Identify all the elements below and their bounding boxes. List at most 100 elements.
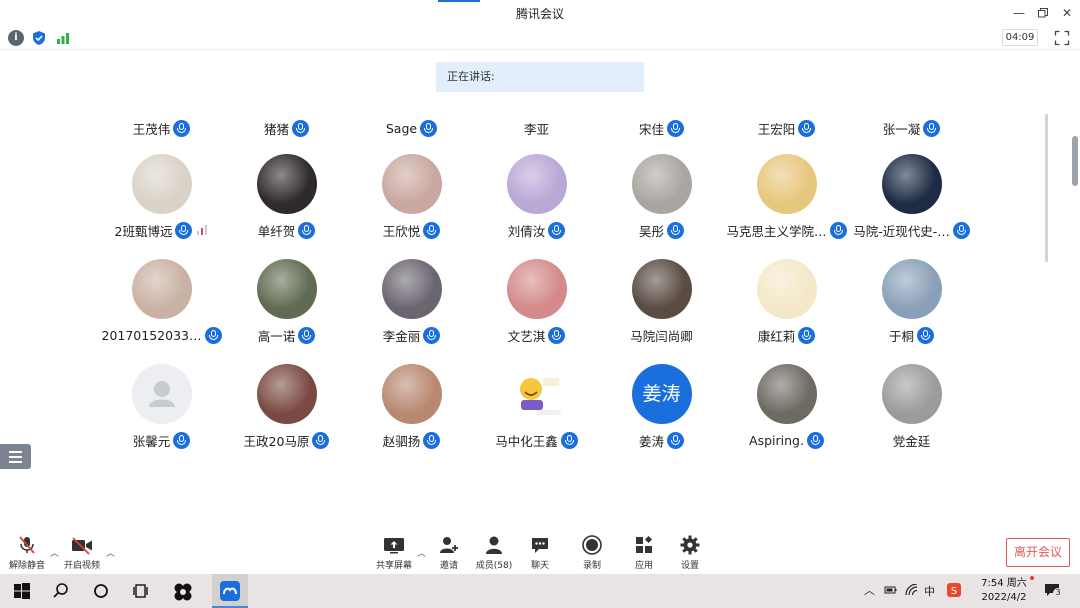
participant-name: 赵驷扬 (382, 433, 421, 449)
emoji-sticker-avatar (506, 364, 567, 424)
participant-tile[interactable]: 姜涛 姜涛 (599, 364, 724, 450)
grid-scrollbar[interactable] (1045, 114, 1048, 262)
participant-tile[interactable]: 王欣悦 (349, 154, 474, 240)
mic-icon (423, 221, 441, 239)
participant-name: 张馨元 (132, 433, 171, 449)
meeting-timer: 04:09 (1002, 29, 1038, 46)
mic-icon (917, 326, 934, 344)
participant-tile[interactable]: 文艺淇 (474, 259, 599, 345)
mic-icon (798, 326, 816, 344)
participant-tile[interactable]: 单纤贺 (224, 154, 349, 240)
participant-tile[interactable]: 马中化王鑫 (474, 364, 599, 450)
apps-button[interactable]: 应用 (630, 534, 658, 571)
participant-tile[interactable]: 党金廷 (849, 364, 974, 450)
tencent-meeting-taskbar-item[interactable] (212, 574, 248, 608)
mic-icon (560, 431, 578, 449)
duck-cartoon-avatar (756, 259, 817, 319)
settings-button[interactable]: 设置 (676, 534, 704, 571)
speaking-banner: 正在讲话: (436, 62, 644, 92)
sogou-ime-icon[interactable]: S (946, 582, 962, 601)
share-screen-icon (374, 534, 414, 556)
participant-tile[interactable]: 201701520339… (99, 259, 224, 345)
shield-icon[interactable] (31, 30, 47, 46)
participant-tile[interactable]: 王政20马原 (224, 364, 349, 450)
restore-icon[interactable] (1034, 4, 1052, 22)
battery-icon[interactable] (884, 584, 898, 599)
close-icon[interactable]: ✕ (1058, 4, 1076, 22)
participant-name: 马克思主义学院… (726, 223, 827, 239)
mic-icon (798, 119, 816, 137)
record-button[interactable]: 录制 (578, 534, 606, 571)
app-icon[interactable] (172, 581, 192, 601)
ime-indicator[interactable]: 中 (924, 583, 935, 599)
participant-tile[interactable]: 王茂伟 (99, 118, 224, 138)
participant-tile[interactable]: 王宏阳 (724, 118, 849, 138)
participant-tile[interactable]: 康红莉 (724, 259, 849, 345)
mic-icon (204, 326, 222, 344)
participant-name: 王欣悦 (382, 223, 421, 239)
start-video-button[interactable]: 开启视频 (62, 534, 102, 571)
participant-tile[interactable]: 猪猪 (224, 118, 349, 138)
participant-name: 于桐 (888, 328, 914, 344)
participant-name: 2班甄博远 (114, 223, 173, 239)
search-icon[interactable] (51, 581, 71, 601)
notification-center-icon[interactable]: 3 (1044, 582, 1063, 601)
video-off-icon (62, 534, 102, 556)
participant-tile[interactable]: 吴彤 (599, 154, 724, 240)
windows-start-icon[interactable] (12, 581, 32, 601)
participant-tile[interactable]: 马克思主义学院… (724, 154, 849, 240)
info-bar: i 04:09 (0, 26, 1080, 50)
participant-tile[interactable]: 于桐 (849, 259, 974, 345)
participant-tile[interactable]: Sage (349, 118, 474, 138)
system-clock[interactable]: 7:54 周六 2022/4/2 (978, 577, 1030, 605)
fullscreen-icon[interactable] (1054, 30, 1070, 46)
title-bar: 腾讯会议 — ✕ (0, 0, 1080, 26)
mic-icon (548, 326, 566, 344)
participant-tile[interactable]: 李亚 (474, 118, 599, 138)
add-user-icon (434, 534, 464, 556)
unmute-button[interactable]: 解除静音 (8, 534, 46, 571)
participant-tile[interactable]: 张一凝 (849, 118, 974, 138)
participant-tile[interactable]: Aspiring. (724, 364, 849, 450)
participant-tile[interactable]: 宋佳 (599, 118, 724, 138)
participant-list-toggle[interactable] (0, 444, 31, 469)
invite-button[interactable]: 邀请 (434, 534, 464, 571)
windows-taskbar: ︿ 中 S 7:54 周六 2022/4/2 3 (0, 574, 1080, 608)
right-scroll-thumb[interactable] (1072, 136, 1078, 186)
participant-name: 党金廷 (892, 433, 931, 449)
participant-name: 王政20马原 (243, 433, 310, 449)
participant-tile[interactable]: 马院闫尚卿 (599, 259, 724, 345)
participant-name: Sage (385, 120, 418, 136)
mic-icon (806, 431, 824, 449)
video-options-chevron-icon[interactable]: ︿ (106, 546, 115, 559)
avatar: 姜涛 (631, 364, 692, 424)
participant-tile[interactable]: 2班甄博远 (99, 154, 224, 240)
share-options-chevron-icon[interactable]: ︿ (417, 546, 426, 559)
tray-expand-chevron-icon[interactable]: ︿ (864, 582, 875, 598)
participant-name: 201701520339… (101, 327, 202, 343)
muted-mic-icon (8, 534, 46, 556)
participant-tile[interactable]: 马院-近现代史-… (849, 154, 974, 240)
participant-tile[interactable]: 高一诺 (224, 259, 349, 345)
leave-meeting-button[interactable]: 离开会议 (1006, 538, 1070, 567)
network-signal-icon[interactable] (55, 30, 71, 46)
participant-tile[interactable]: 张馨元 (99, 364, 224, 450)
meeting-info-icon[interactable]: i (8, 30, 24, 46)
mic-icon (298, 326, 316, 344)
participant-name: 姜涛 (638, 433, 664, 449)
participant-tile[interactable]: 刘倩汝 (474, 154, 599, 240)
participant-name: 李亚 (523, 121, 549, 137)
cortana-icon[interactable] (91, 581, 111, 601)
task-view-icon[interactable] (131, 581, 151, 601)
person-sitting-photo (381, 259, 442, 319)
share-screen-button[interactable]: 共享屏幕 (374, 534, 414, 571)
chat-button[interactable]: 聊天 (527, 534, 553, 571)
network-signal-icon (196, 224, 208, 236)
participant-tile[interactable]: 李金丽 (349, 259, 474, 345)
minimize-icon[interactable]: — (1010, 4, 1028, 22)
audio-options-chevron-icon[interactable]: ︿ (50, 546, 59, 559)
participant-name: 文艺淇 (507, 328, 546, 344)
members-button[interactable]: 成员(58) (474, 534, 514, 571)
wifi-icon[interactable] (905, 583, 919, 599)
participant-tile[interactable]: 赵驷扬 (349, 364, 474, 450)
